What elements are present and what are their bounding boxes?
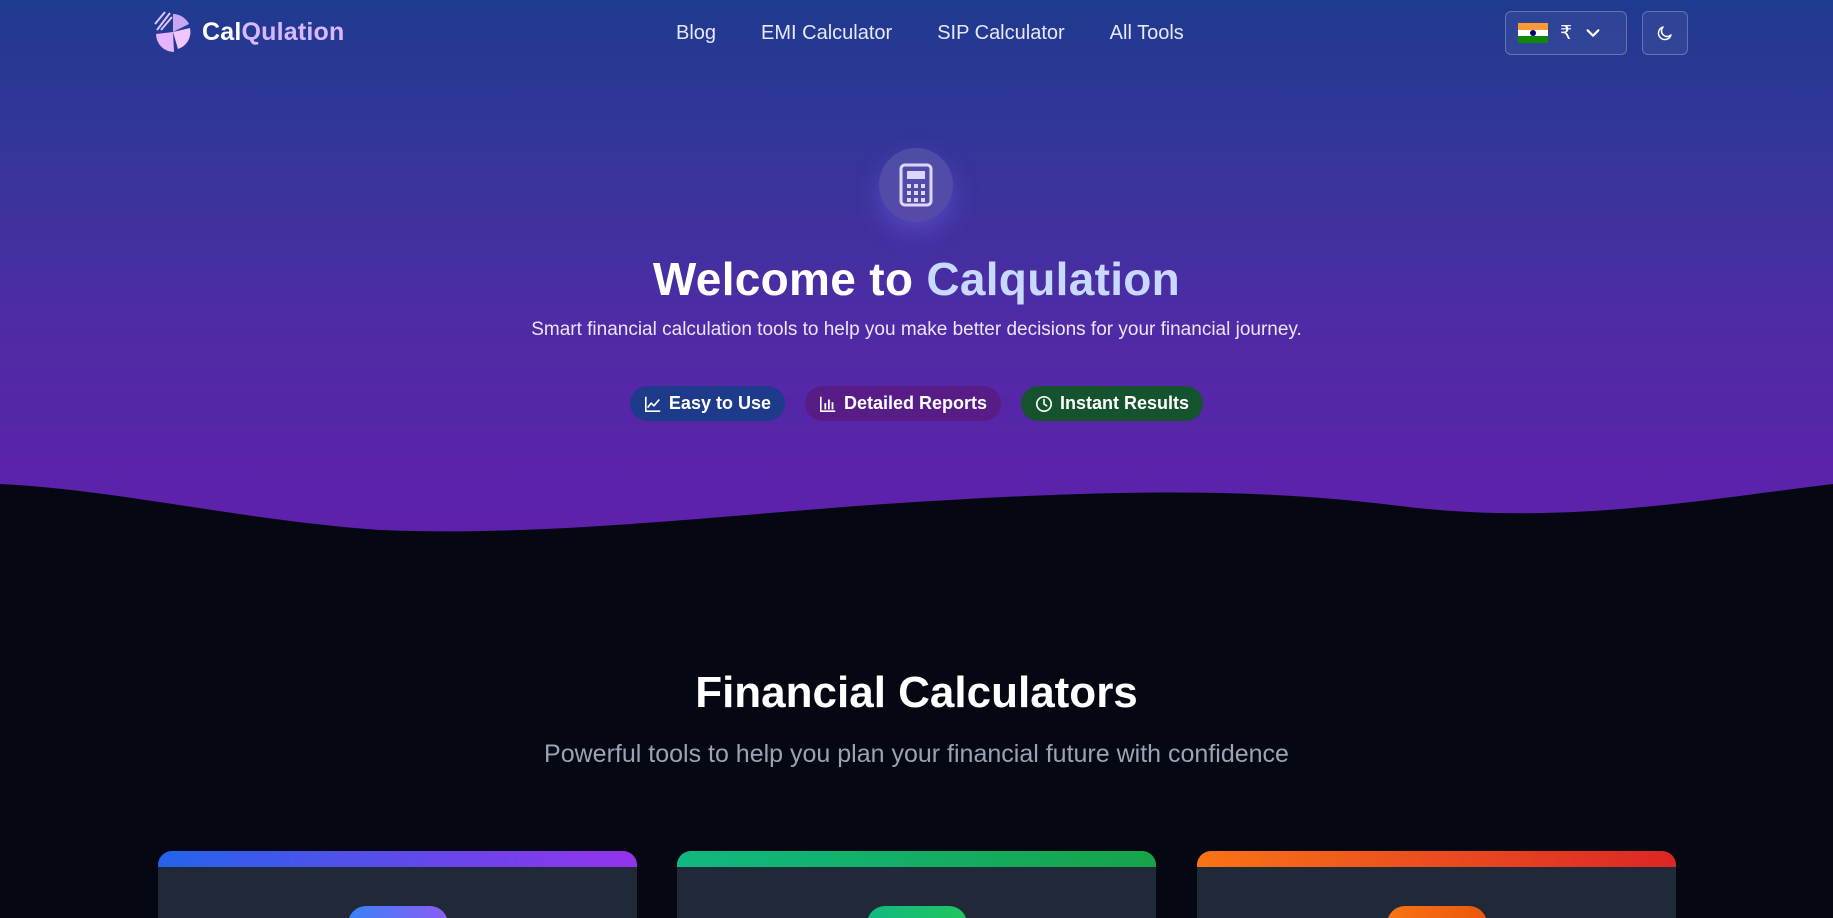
nav-link-sip-calculator[interactable]: SIP Calculator xyxy=(937,22,1064,45)
nav-link-emi-calculator[interactable]: EMI Calculator xyxy=(761,22,892,45)
moon-icon xyxy=(1657,26,1672,41)
currency-symbol: ₹ xyxy=(1560,22,1573,44)
pie-chart-logo-icon xyxy=(154,11,191,52)
brand-logo-link[interactable]: CalQulation xyxy=(152,8,345,56)
currency-selector[interactable]: ₹ xyxy=(1505,11,1627,55)
card-icon-chip xyxy=(348,906,448,918)
card-accent-bar xyxy=(1197,851,1676,867)
main-nav: Blog EMI Calculator SIP Calculator All T… xyxy=(676,22,1184,45)
feature-badges: Easy to Use Detailed Reports Instant Res… xyxy=(0,386,1833,421)
card-icon-chip xyxy=(867,906,967,918)
badge-easy-to-use: Easy to Use xyxy=(629,386,785,421)
calculator-icon xyxy=(899,163,933,207)
badge-label: Detailed Reports xyxy=(843,393,988,413)
theme-toggle-button[interactable] xyxy=(1642,11,1688,55)
calculator-card-1[interactable] xyxy=(158,851,637,918)
hero-title: Welcome to Calqulation xyxy=(652,253,1181,305)
calculator-card-2[interactable] xyxy=(677,851,1156,918)
nav-link-blog[interactable]: Blog xyxy=(676,22,716,45)
hero-wave-divider xyxy=(0,484,1833,560)
chevron-down-icon xyxy=(1586,29,1600,37)
card-accent-bar xyxy=(158,851,637,867)
badge-label: Instant Results xyxy=(1060,393,1190,413)
card-accent-bar xyxy=(677,851,1156,867)
section-subtitle: Powerful tools to help you plan your fin… xyxy=(544,740,1289,768)
clock-icon xyxy=(1036,395,1053,412)
bar-chart-icon xyxy=(819,396,836,412)
hero-subtitle: Smart financial calculation tools to hel… xyxy=(531,319,1302,340)
hero-calculator-badge xyxy=(879,148,953,222)
calculator-card-3[interactable] xyxy=(1197,851,1676,918)
brand-name: CalQulation xyxy=(202,17,345,46)
india-flag-icon xyxy=(1518,23,1548,44)
badge-detailed-reports: Detailed Reports xyxy=(804,386,1002,421)
card-icon-chip xyxy=(1387,906,1487,918)
top-navbar: CalQulation Blog EMI Calculator SIP Calc… xyxy=(0,0,1833,68)
section-title: Financial Calculators xyxy=(695,668,1138,717)
line-chart-icon xyxy=(644,396,661,412)
badge-instant-results: Instant Results xyxy=(1021,386,1204,421)
badge-label: Easy to Use xyxy=(668,393,771,413)
nav-link-all-tools[interactable]: All Tools xyxy=(1110,22,1184,45)
